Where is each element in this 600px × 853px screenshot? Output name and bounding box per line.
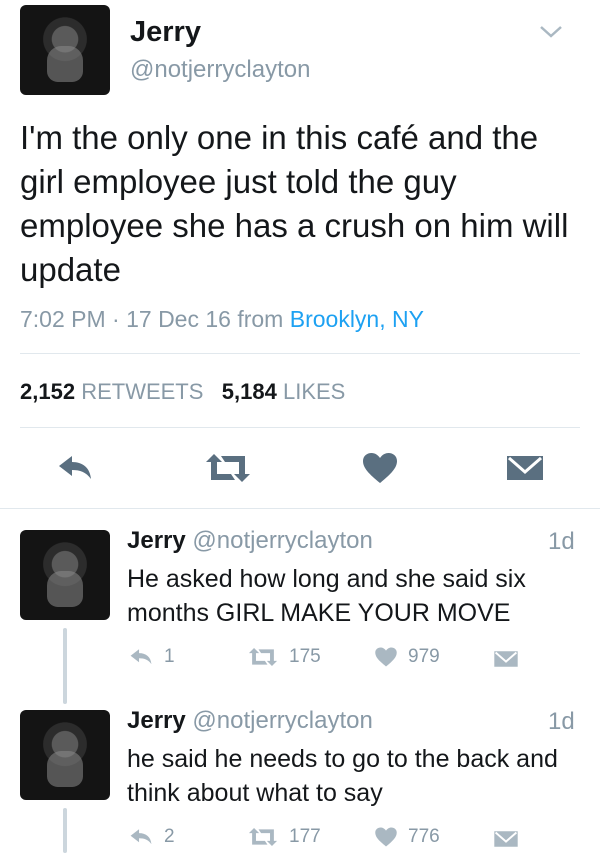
retweet-icon	[248, 648, 278, 666]
reply-author-name[interactable]: Jerry	[127, 707, 186, 734]
tweet-text: I'm the only one in this café and the gi…	[20, 119, 569, 288]
retweet-count: 177	[289, 826, 321, 847]
direct-message-button[interactable]	[491, 648, 521, 670]
reply-header: Jerry @notjerryclayton	[127, 707, 373, 735]
reply-icon	[59, 456, 91, 479]
like-button[interactable]	[355, 448, 405, 488]
author-name[interactable]: Jerry	[130, 16, 201, 49]
avatar[interactable]	[20, 710, 110, 800]
like-button[interactable]: 979	[374, 646, 440, 668]
like-count: 979	[408, 646, 440, 667]
from-label: from	[237, 306, 284, 332]
like-count: 776	[408, 826, 440, 847]
reply-age: 1d	[548, 708, 575, 735]
reply-icon	[130, 829, 152, 845]
reply-text: he said he needs to go to the back and t…	[127, 745, 558, 807]
thread-line	[63, 808, 67, 853]
direct-message-button[interactable]	[500, 448, 550, 488]
retweet-icon	[248, 828, 278, 846]
heart-icon	[375, 827, 397, 847]
reply-button[interactable]: 2	[128, 826, 175, 848]
likes-count: 5,184	[221, 379, 277, 404]
envelope-icon	[494, 831, 518, 847]
section-divider	[0, 508, 600, 509]
tweet-meta: 7:02 PM · 17 Dec 16 from Brooklyn, NY	[20, 306, 424, 333]
reply-count: 1	[164, 646, 175, 667]
retweets-count: 2,152	[20, 379, 76, 404]
divider	[20, 427, 580, 428]
envelope-icon	[507, 456, 543, 480]
reply-header: Jerry @notjerryclayton	[127, 527, 373, 555]
divider	[20, 353, 580, 354]
retweet-icon	[206, 454, 250, 482]
reply-count: 2	[164, 826, 175, 847]
envelope-icon	[494, 651, 518, 667]
heart-icon	[375, 647, 397, 667]
retweets-stat[interactable]: 2,152 RETWEETS	[20, 379, 210, 404]
like-button[interactable]: 776	[374, 826, 440, 848]
avatar[interactable]	[20, 530, 110, 620]
direct-message-button[interactable]	[491, 828, 521, 850]
avatar[interactable]	[20, 5, 110, 95]
author-handle[interactable]: @notjerryclayton	[130, 56, 310, 84]
tweet-stats: 2,152 RETWEETS 5,184 LIKES	[20, 379, 345, 405]
reply-button[interactable]	[50, 448, 100, 488]
reply-author-name[interactable]: Jerry	[127, 527, 186, 554]
reply-button[interactable]: 1	[128, 646, 175, 668]
tweet-timestamp: 7:02 PM · 17 Dec 16	[20, 306, 231, 332]
reply-author-handle[interactable]: @notjerryclayton	[192, 707, 372, 734]
retweet-button[interactable]	[198, 448, 258, 488]
retweet-button[interactable]: 177	[247, 826, 321, 848]
thread-line	[63, 628, 67, 704]
likes-label: LIKES	[282, 379, 346, 404]
likes-stat[interactable]: 5,184 LIKES	[222, 379, 346, 404]
reply-author-handle[interactable]: @notjerryclayton	[192, 527, 372, 554]
retweets-label: RETWEETS	[81, 379, 204, 404]
retweet-button[interactable]: 175	[247, 646, 321, 668]
reply-icon	[130, 649, 152, 665]
reply-age: 1d	[548, 528, 575, 555]
heart-icon	[363, 453, 397, 483]
chevron-down-icon[interactable]	[536, 22, 566, 42]
location-link[interactable]: Brooklyn, NY	[290, 306, 424, 332]
reply-text: He asked how long and she said six month…	[127, 565, 526, 627]
retweet-count: 175	[289, 646, 321, 667]
